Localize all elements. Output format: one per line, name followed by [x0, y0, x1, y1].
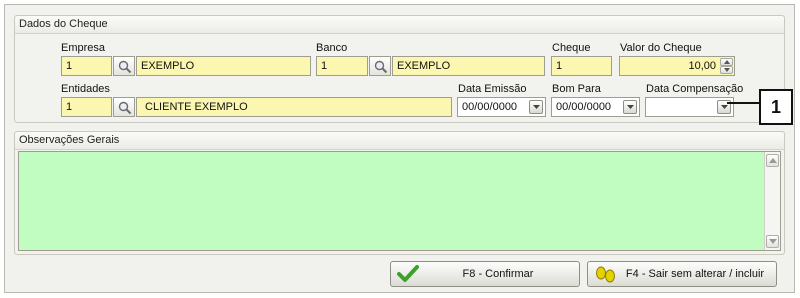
- spin-down-button[interactable]: [720, 66, 733, 74]
- valor-label: Valor do Cheque: [620, 42, 702, 54]
- arrow-up-icon: [769, 158, 777, 163]
- cheque-label: Cheque: [552, 42, 591, 54]
- observacoes-textarea[interactable]: [18, 151, 781, 251]
- data-compensacao-field[interactable]: [645, 97, 734, 117]
- entidades-name-field[interactable]: CLIENTE EXEMPLO: [136, 97, 452, 117]
- observacoes-group: Observações Gerais: [14, 131, 785, 255]
- observacoes-group-title: Observações Gerais: [15, 132, 784, 150]
- footprints-icon: [596, 266, 615, 283]
- bom-para-value: 00/00/0000: [556, 101, 612, 113]
- entidades-lookup-button[interactable]: [113, 97, 135, 117]
- dialog-window: Dados do Cheque Empresa Banco Cheque Val…: [4, 4, 795, 293]
- confirm-button-label: F8 - Confirmar: [462, 268, 534, 280]
- valor-cheque-value: 10,00: [688, 60, 716, 72]
- exit-button-label: F4 - Sair sem alterar / incluir: [625, 268, 765, 280]
- chevron-down-icon: [721, 105, 728, 109]
- data-emissao-label: Data Emissão: [458, 83, 527, 95]
- empresa-label: Empresa: [61, 42, 106, 54]
- chevron-down-icon: [627, 105, 634, 109]
- callout-number-badge: 1: [759, 89, 793, 125]
- magnifier-icon: [374, 60, 388, 74]
- spin-up-button[interactable]: [720, 58, 733, 66]
- banco-code-field[interactable]: 1: [316, 56, 368, 76]
- data-emissao-value: 00/00/0000: [462, 101, 518, 113]
- callout-pointer-line: [727, 102, 759, 104]
- bom-para-field[interactable]: 00/00/0000: [551, 97, 640, 117]
- data-emissao-field[interactable]: 00/00/0000: [457, 97, 546, 117]
- valor-cheque-field[interactable]: 10,00: [619, 56, 735, 76]
- empresa-name-field[interactable]: EXEMPLO: [136, 56, 311, 76]
- data-emissao-dropdown-button[interactable]: [529, 100, 543, 114]
- data-compensacao-label: Data Compensação: [646, 83, 744, 95]
- arrow-down-icon: [769, 239, 777, 244]
- bom-para-dropdown-button[interactable]: [623, 100, 637, 114]
- magnifier-icon: [118, 60, 132, 74]
- arrow-down-icon: [724, 68, 730, 72]
- cheque-number-field[interactable]: 1: [551, 56, 612, 76]
- observacoes-scrollbar[interactable]: [764, 152, 780, 250]
- banco-name-field[interactable]: EXEMPLO: [392, 56, 545, 76]
- empresa-lookup-button[interactable]: [113, 56, 135, 76]
- cheque-group-title: Dados do Cheque: [15, 16, 784, 34]
- cheque-data-group: Dados do Cheque Empresa Banco Cheque Val…: [14, 15, 785, 123]
- chevron-down-icon: [533, 105, 540, 109]
- scroll-up-button[interactable]: [766, 154, 779, 167]
- banco-lookup-button[interactable]: [369, 56, 391, 76]
- bom-para-label: Bom Para: [552, 83, 601, 95]
- arrow-up-icon: [724, 60, 730, 64]
- exit-button[interactable]: F4 - Sair sem alterar / incluir: [587, 261, 777, 287]
- magnifier-icon: [118, 101, 132, 115]
- entidades-code-field[interactable]: 1: [61, 97, 112, 117]
- entidades-label: Entidades: [61, 83, 110, 95]
- confirm-button[interactable]: F8 - Confirmar: [390, 261, 580, 287]
- empresa-code-field[interactable]: 1: [61, 56, 112, 76]
- valor-spinner[interactable]: [720, 58, 733, 74]
- scroll-down-button[interactable]: [766, 235, 779, 248]
- banco-label: Banco: [316, 42, 348, 54]
- checkmark-icon: [397, 265, 419, 282]
